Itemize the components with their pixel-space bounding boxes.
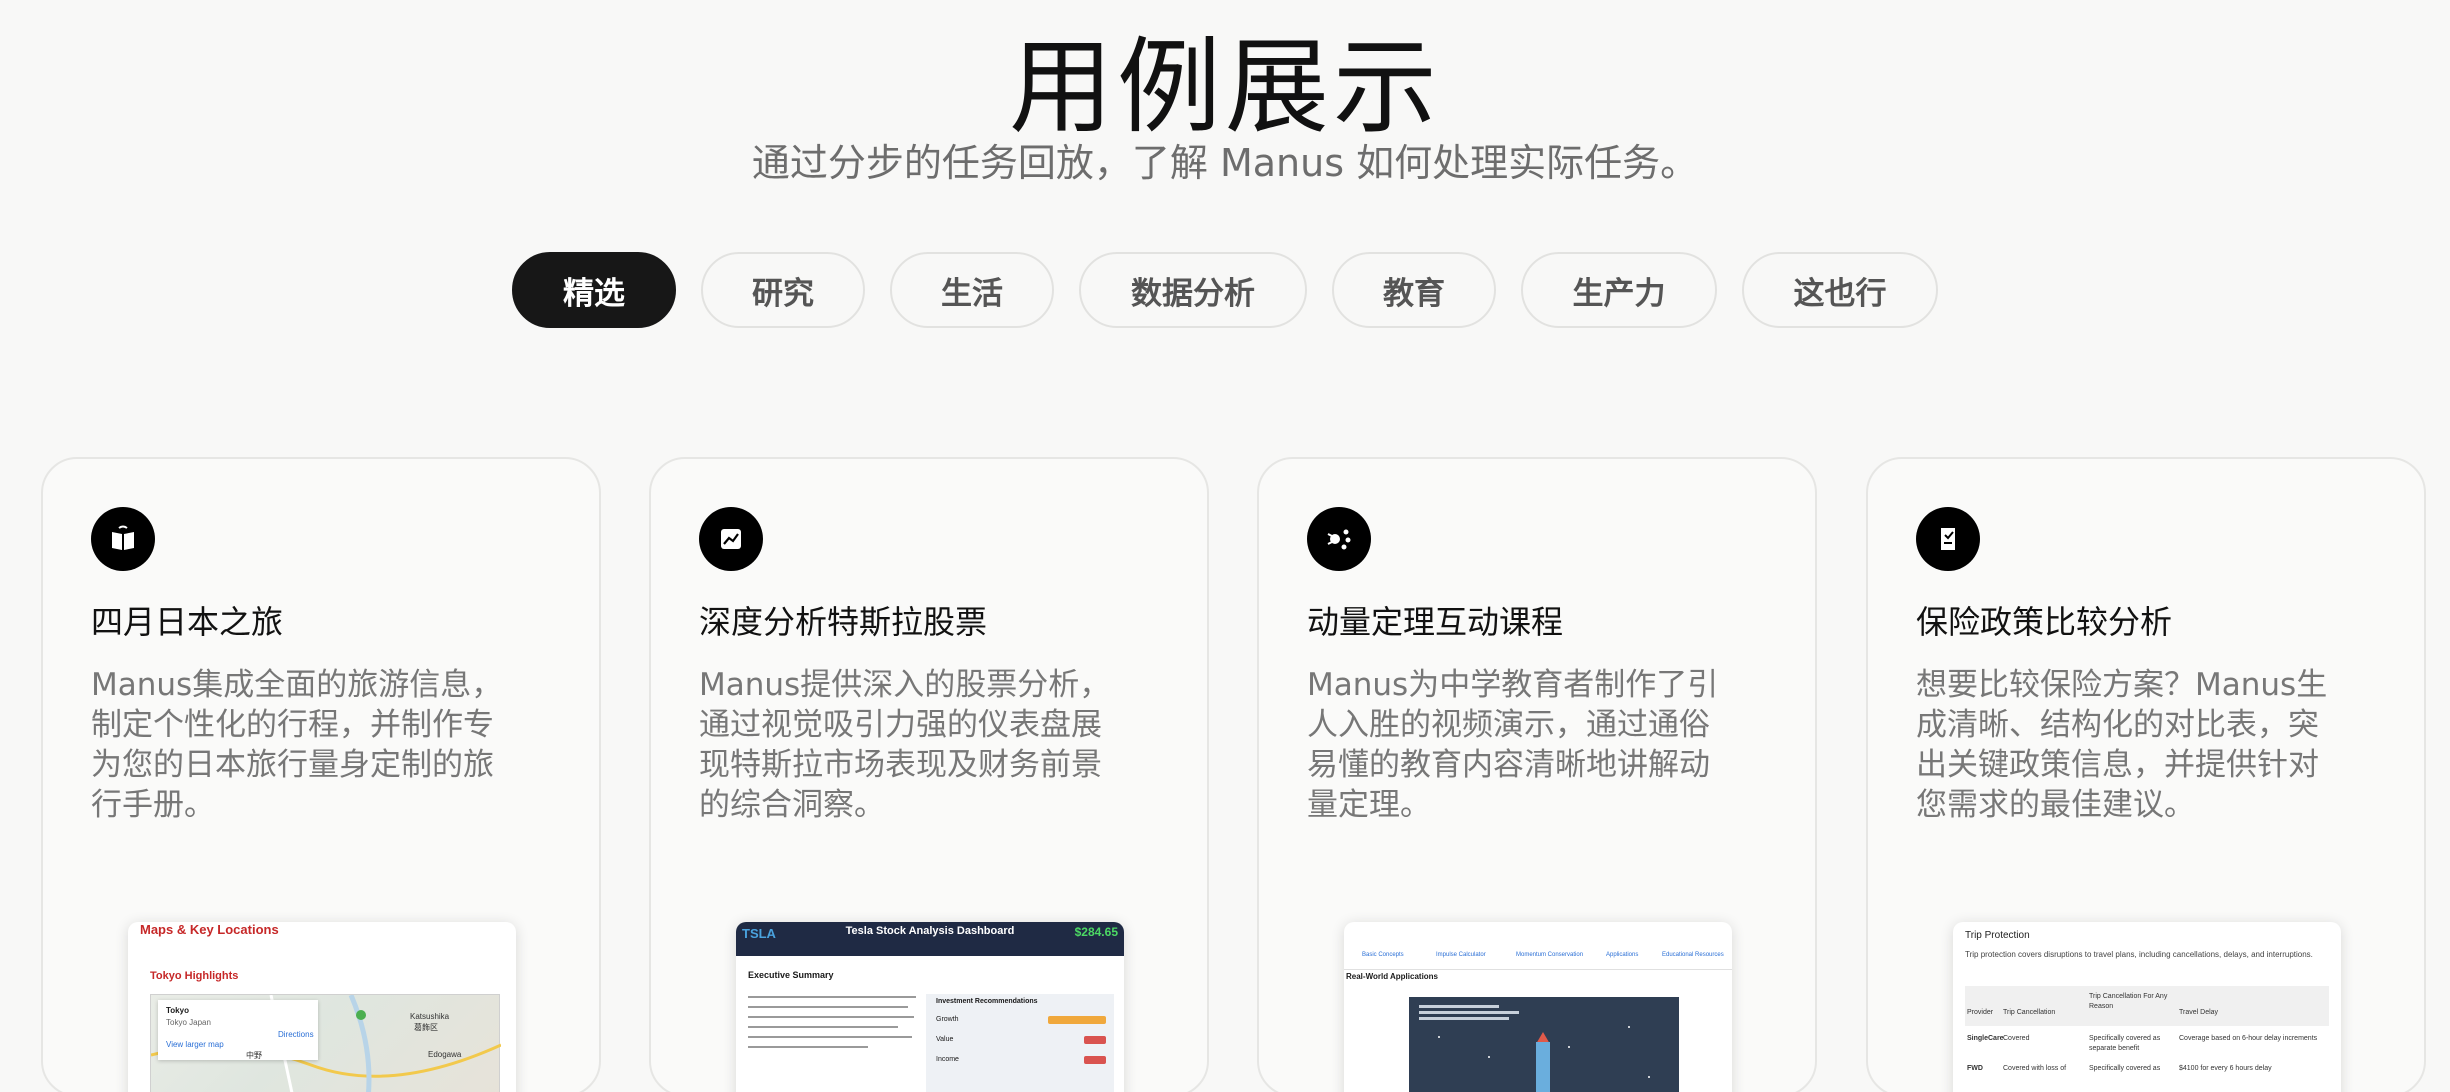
rec-title: Investment Recommendations — [936, 998, 1038, 1005]
table-cell: FWD — [1967, 1065, 1983, 1072]
table-header-cell: Trip Cancellation For Any Reason — [2089, 993, 2168, 1010]
preview-nav-link: Educational Resources — [1662, 952, 1724, 958]
card-description: Manus集成全面的旅游信息，制定个性化的行程，并制作专为您的日本旅行量身定制的… — [91, 667, 503, 823]
tab-research[interactable]: 研究 — [701, 252, 865, 328]
page-title: 用例展示 — [1008, 26, 1441, 148]
preview-text: Trip protection covers disruptions to tr… — [1965, 950, 2313, 959]
preview-heading: Trip Protection — [1965, 930, 2030, 941]
text-line — [748, 996, 916, 998]
shield-doc-icon — [1916, 507, 1980, 571]
card-title: 深度分析特斯拉股票 — [699, 603, 988, 641]
table-cell: Coverage based on 6-hour delay increment… — [2179, 1035, 2318, 1042]
table-header-cell: Trip Cancellation — [2003, 1009, 2056, 1016]
map-label: Edogawa — [428, 1050, 462, 1059]
preview-section: Executive Summary — [748, 970, 834, 980]
table-cell: $4100 for every 6 hours delay — [2179, 1065, 2272, 1072]
tab-education[interactable]: 教育 — [1332, 252, 1496, 328]
card-description: 想要比较保险方案？Manus生成清晰、结构化的对比表，突出关键政策信息，并提供针… — [1916, 667, 2328, 823]
chart-image-icon — [699, 507, 763, 571]
book-icon — [91, 507, 155, 571]
tab-also-works[interactable]: 这也行 — [1742, 252, 1938, 328]
table-cell: Covered — [2003, 1035, 2030, 1042]
rec-tag — [1084, 1056, 1106, 1064]
tab-life[interactable]: 生活 — [890, 252, 1054, 328]
atom-icon — [1307, 507, 1371, 571]
use-case-card-japan-trip[interactable]: 四月日本之旅 Manus集成全面的旅游信息，制定个性化的行程，并制作专为您的日本… — [41, 457, 601, 1092]
card-title: 动量定理互动课程 — [1307, 603, 1564, 641]
directions-label: Directions — [278, 1030, 314, 1039]
use-case-card-insurance-comparison[interactable]: 保险政策比较分析 想要比较保险方案？Manus生成清晰、结构化的对比表，突出关键… — [1866, 457, 2426, 1092]
text-line — [748, 1006, 908, 1008]
category-tabs: 精选 研究 生活 数据分析 教育 生产力 这也行 — [0, 252, 2450, 328]
table-cell: SingleCare — [1967, 1035, 2004, 1042]
map-place-sub: Tokyo Japan — [166, 1018, 211, 1027]
rec-row-label: Income — [936, 1056, 959, 1063]
preview-nav-link: Momentum Conservation — [1516, 952, 1584, 958]
use-case-card-momentum-course[interactable]: 动量定理互动课程 Manus为中学教育者制作了引人入胜的视频演示，通过通俗易懂的… — [1257, 457, 1817, 1092]
preview-section: Tokyo Highlights — [150, 970, 239, 982]
card-description: Manus为中学教育者制作了引人入胜的视频演示，通过通俗易懂的教育内容清晰地讲解… — [1307, 667, 1719, 823]
rec-tag — [1048, 1016, 1106, 1024]
table-cell: Specifically covered as separate benefit — [2089, 1035, 2161, 1052]
tab-productivity[interactable]: 生产力 — [1521, 252, 1717, 328]
card-preview-image: Maps & Key Locations Tokyo Highlights To… — [128, 922, 516, 1092]
view-larger-map-link: View larger map — [166, 1040, 224, 1049]
table-header-cell: Provider — [1967, 1009, 1994, 1016]
map-place-name: Tokyo — [166, 1006, 189, 1015]
card-description: Manus提供深入的股票分析，通过视觉吸引力强的仪表盘展现特斯拉市场表现及财务前… — [699, 667, 1111, 823]
card-title: 四月日本之旅 — [91, 603, 284, 641]
text-line — [748, 1026, 898, 1028]
table-cell: Covered with loss of — [2003, 1065, 2067, 1072]
preview-section: Real-World Applications — [1346, 972, 1439, 981]
map-label: 中野 — [246, 1051, 262, 1060]
text-line — [748, 1016, 914, 1018]
map-label: Katsushika — [410, 1012, 450, 1021]
preview-nav-link: Basic Concepts — [1362, 952, 1404, 958]
preview-nav-link: Applications — [1606, 952, 1639, 958]
text-line — [748, 1036, 912, 1038]
map-label: 葛飾区 — [414, 1023, 438, 1032]
text-line — [748, 1046, 868, 1048]
tab-featured[interactable]: 精选 — [512, 252, 676, 328]
rocket-body — [1536, 1042, 1550, 1092]
card-preview-image: TSLA Tesla Stock Analysis Dashboard $284… — [736, 922, 1124, 1092]
table-cell: Specifically covered as — [2089, 1065, 2161, 1072]
preview-heading: Maps & Key Locations — [140, 922, 279, 937]
rec-row-label: Value — [936, 1036, 954, 1043]
table-header-cell: Travel Delay — [2179, 1009, 2219, 1016]
card-preview-image: Trip Protection Trip protection covers d… — [1953, 922, 2341, 1092]
use-case-card-tesla-stock[interactable]: 深度分析特斯拉股票 Manus提供深入的股票分析，通过视觉吸引力强的仪表盘展现特… — [649, 457, 1209, 1092]
stock-price: $284.65 — [1074, 925, 1118, 939]
card-title: 保险政策比较分析 — [1916, 603, 2173, 641]
tab-data-analysis[interactable]: 数据分析 — [1079, 252, 1307, 328]
card-preview-image: Basic Concepts Impulse Calculator Moment… — [1344, 922, 1732, 1092]
rec-tag — [1084, 1036, 1106, 1044]
preview-nav — [1344, 922, 1732, 970]
rec-row-label: Growth — [936, 1016, 959, 1023]
preview-nav-link: Impulse Calculator — [1436, 952, 1486, 958]
page-subtitle: 通过分步的任务回放，了解 Manus 如何处理实际任务。 — [751, 141, 1699, 185]
dashboard-title: Tesla Stock Analysis Dashboard — [845, 925, 1015, 937]
